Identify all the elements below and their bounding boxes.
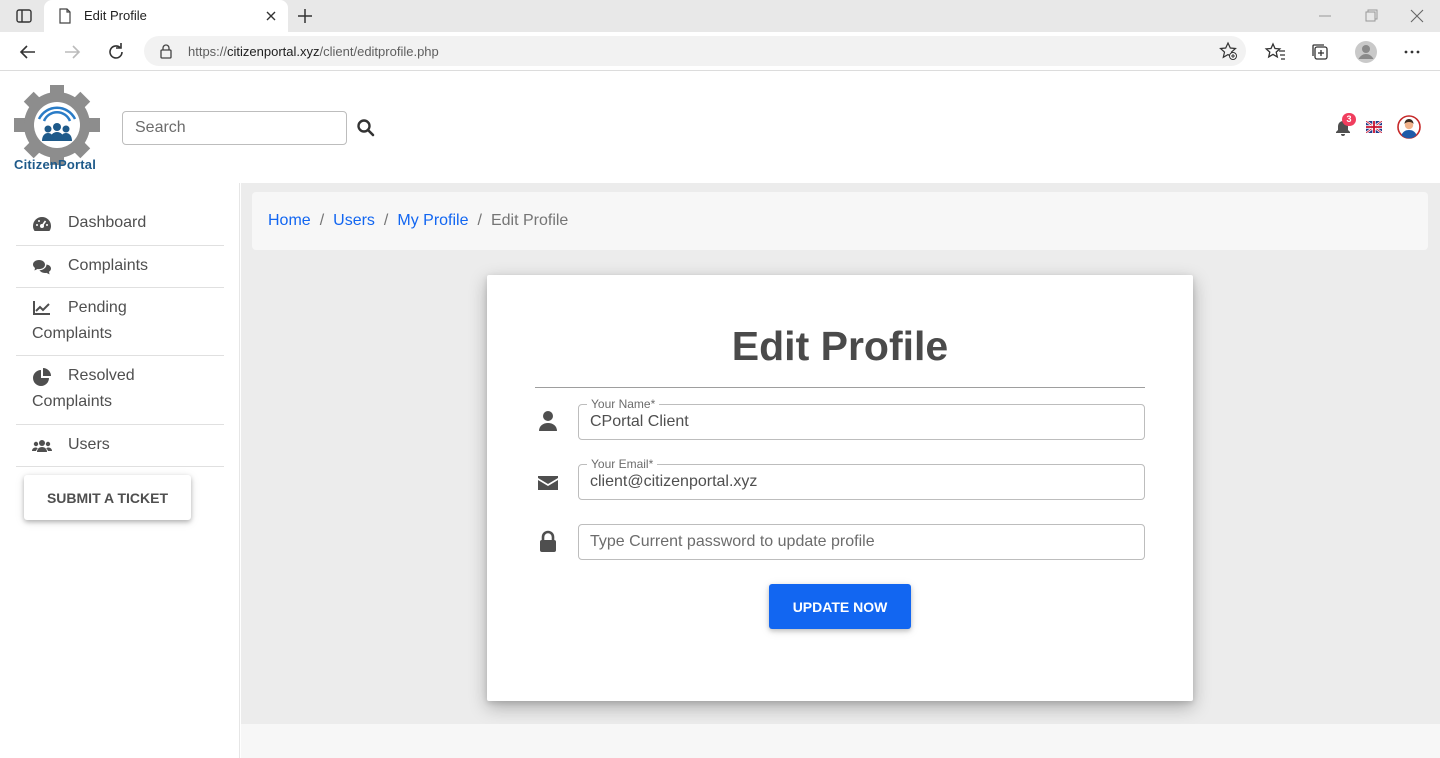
breadcrumb-separator: / xyxy=(319,212,325,229)
favorites-icon[interactable] xyxy=(1264,40,1288,64)
name-input[interactable] xyxy=(579,405,1144,439)
email-field[interactable]: Your Email* xyxy=(578,457,1145,500)
browser-tab-bar: Edit Profile xyxy=(0,0,1440,32)
email-field-label: Your Email* xyxy=(587,457,658,471)
notification-badge: 3 xyxy=(1342,113,1356,126)
edit-profile-card: Edit Profile Your Name* Your Email* UPDA… xyxy=(487,275,1193,701)
sidebar-item-dashboard[interactable]: Dashboard xyxy=(16,203,224,246)
page-icon xyxy=(59,8,71,24)
forward-icon[interactable] xyxy=(60,40,84,64)
breadcrumb-separator: / xyxy=(477,212,482,229)
url-text: https://citizenportal.xyz/client/editpro… xyxy=(188,44,439,59)
sidebar-item-label: Resolved Complaints xyxy=(32,367,135,410)
refresh-icon[interactable] xyxy=(104,40,128,64)
sidebar-item-label: Users xyxy=(68,436,110,453)
sidebar-item-users[interactable]: Users xyxy=(16,425,224,467)
sidebar-item-label: Complaints xyxy=(68,257,149,274)
uk-flag-icon[interactable] xyxy=(1366,121,1382,133)
lock-icon xyxy=(540,530,556,552)
profile-icon[interactable] xyxy=(1354,40,1378,64)
url-bar[interactable]: https://citizenportal.xyz/client/editpro… xyxy=(144,36,1246,66)
close-window-icon[interactable] xyxy=(1406,6,1428,26)
lock-icon[interactable] xyxy=(158,43,174,59)
name-field[interactable]: Your Name* xyxy=(578,397,1145,440)
breadcrumb-my-profile-link[interactable]: My Profile xyxy=(397,212,468,229)
breadcrumb-home-link[interactable]: Home xyxy=(268,212,311,229)
browser-tab[interactable]: Edit Profile xyxy=(44,0,288,32)
name-field-label: Your Name* xyxy=(587,397,660,411)
main-content: Home / Users / My Profile / Edit Profile Edit … xyxy=(241,183,1440,724)
search-input[interactable] xyxy=(122,111,347,145)
main-footer-strip xyxy=(241,724,1440,758)
tab-actions-icon[interactable] xyxy=(12,6,36,26)
site-header: CitizenPortal 3 xyxy=(0,71,1440,183)
new-tab-icon[interactable] xyxy=(294,5,316,27)
user-icon xyxy=(539,411,557,431)
logo-text: CitizenPortal xyxy=(14,157,97,172)
sidebar-item-pending-complaints[interactable]: Pending Complaints xyxy=(16,288,224,356)
breadcrumb-users-link[interactable]: Users xyxy=(333,212,375,229)
sidebar-item-label: Pending Complaints xyxy=(32,299,127,342)
comments-icon xyxy=(33,260,51,275)
tab-title: Edit Profile xyxy=(84,8,147,23)
page-title: Edit Profile xyxy=(731,323,949,369)
restore-icon[interactable] xyxy=(1360,6,1382,26)
sidebar-item-complaints[interactable]: Complaints xyxy=(16,246,224,288)
breadcrumb: Home / Users / My Profile / Edit Profile xyxy=(252,192,1428,250)
back-icon[interactable] xyxy=(16,40,40,64)
submit-ticket-button[interactable]: SUBMIT A TICKET xyxy=(24,475,191,520)
user-avatar-icon[interactable] xyxy=(1397,115,1421,139)
sidebar-item-resolved-complaints[interactable]: Resolved Complaints xyxy=(16,356,224,425)
browser-address-bar: https://citizenportal.xyz/client/editpro… xyxy=(0,32,1440,71)
breadcrumb-current: Edit Profile xyxy=(490,212,569,229)
email-input[interactable] xyxy=(579,465,1144,499)
search-icon[interactable] xyxy=(356,118,376,138)
close-tab-icon[interactable] xyxy=(262,7,280,25)
add-favorite-icon[interactable] xyxy=(1218,41,1238,61)
password-input[interactable] xyxy=(579,525,1144,559)
collections-icon[interactable] xyxy=(1308,40,1332,64)
update-now-button[interactable]: UPDATE NOW xyxy=(769,584,911,629)
title-divider xyxy=(535,387,1145,388)
more-options-icon[interactable] xyxy=(1400,40,1424,64)
minimize-icon[interactable] xyxy=(1314,6,1336,26)
envelope-icon xyxy=(538,476,558,490)
sidebar-item-label: Dashboard xyxy=(68,214,147,231)
password-field[interactable] xyxy=(578,524,1145,560)
users-icon xyxy=(32,440,52,452)
breadcrumb-separator: / xyxy=(383,212,389,229)
sidebar: Dashboard Complaints Pending Complaints … xyxy=(0,183,240,758)
tachometer-icon xyxy=(33,217,51,231)
